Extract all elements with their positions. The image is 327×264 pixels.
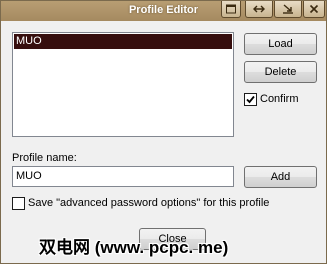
delete-button[interactable]: Delete [244, 61, 317, 83]
dialog-body: MUO Load Delete Confirm Profile name: MU… [1, 21, 326, 263]
close-window-button[interactable] [303, 1, 325, 18]
profile-list[interactable]: MUO [12, 32, 234, 137]
minimize-button[interactable] [274, 1, 302, 18]
confirm-checkbox[interactable] [244, 93, 257, 106]
roll-up-button[interactable] [221, 1, 241, 18]
list-item[interactable]: MUO [14, 34, 232, 49]
close-icon [309, 4, 319, 14]
checkmark-icon [246, 95, 255, 104]
load-button[interactable]: Load [244, 33, 317, 55]
roll-up-icon [226, 4, 236, 14]
advanced-options-label[interactable]: Save "advanced password options" for thi… [28, 197, 269, 209]
profile-name-field[interactable]: MUO [12, 166, 234, 187]
restore-icon [253, 5, 265, 13]
profile-editor-window: Profile Editor MUO Load Delete Confirm P… [0, 0, 327, 264]
watermark: 双电网 (www. pcpc. me) [39, 238, 229, 257]
title-bar[interactable]: Profile Editor [1, 1, 326, 21]
advanced-options-checkbox[interactable] [12, 197, 25, 210]
add-button[interactable]: Add [244, 166, 317, 188]
restore-button[interactable] [245, 1, 273, 18]
minimize-icon [283, 4, 293, 14]
profile-name-label: Profile name: [12, 152, 77, 164]
confirm-label[interactable]: Confirm [260, 93, 299, 105]
